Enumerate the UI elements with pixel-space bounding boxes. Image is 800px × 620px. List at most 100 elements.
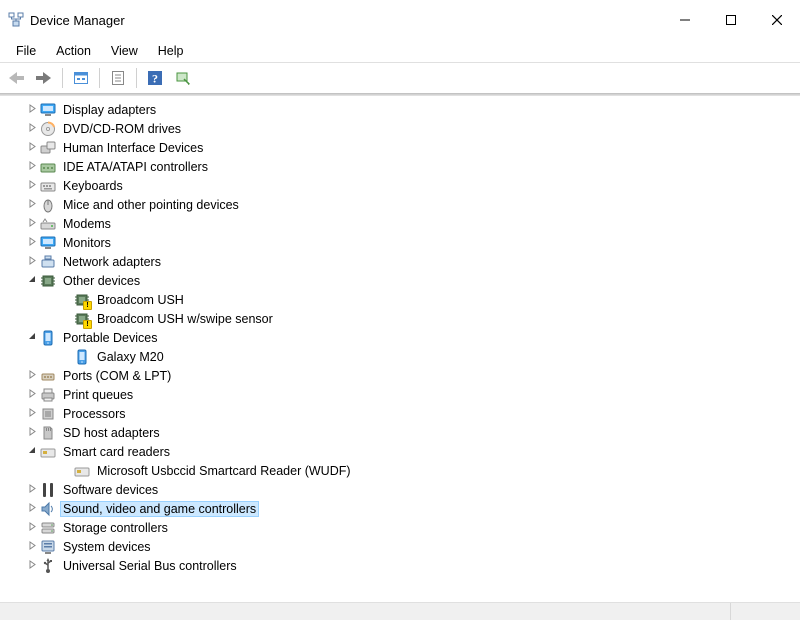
expand-icon[interactable] — [26, 427, 38, 439]
collapse-icon[interactable] — [26, 332, 38, 344]
minimize-button[interactable] — [662, 0, 708, 40]
expand-icon[interactable] — [26, 199, 38, 211]
tree-item-printq[interactable]: Print queues — [0, 385, 800, 404]
sd-icon — [40, 425, 56, 441]
scan-hardware-button[interactable] — [171, 66, 195, 90]
close-button[interactable] — [754, 0, 800, 40]
printer-icon — [40, 387, 56, 403]
forward-button[interactable] — [32, 66, 56, 90]
softdev-icon — [40, 482, 56, 498]
usb-icon — [40, 558, 56, 574]
tree-item-portable[interactable]: Portable Devices — [0, 328, 800, 347]
device-tree[interactable]: Display adapters DVD/CD-ROM drivesHuman I… — [0, 96, 800, 602]
status-bar — [0, 602, 800, 620]
expand-icon[interactable] — [26, 142, 38, 154]
tree-item-label: Modems — [60, 216, 114, 232]
chip-icon — [40, 273, 56, 289]
phone-icon — [40, 330, 56, 346]
tree-item-label: Print queues — [60, 387, 136, 403]
maximize-button[interactable] — [708, 0, 754, 40]
sound-icon — [40, 501, 56, 517]
keyboard-icon — [40, 178, 56, 194]
expand-icon[interactable] — [26, 256, 38, 268]
expand-icon[interactable] — [26, 123, 38, 135]
expand-icon[interactable] — [26, 503, 38, 515]
tree-item-label: Network adapters — [60, 254, 164, 270]
tree-item-proc[interactable]: Processors — [0, 404, 800, 423]
tree-item-label: Monitors — [60, 235, 114, 251]
back-button[interactable] — [4, 66, 28, 90]
menu-help[interactable]: Help — [148, 42, 194, 60]
tree-item-modems[interactable]: Modems — [0, 214, 800, 233]
tree-item-storage[interactable]: Storage controllers — [0, 518, 800, 537]
monitor-blue-icon — [40, 102, 56, 118]
expand-icon[interactable] — [26, 161, 38, 173]
expand-icon[interactable] — [26, 218, 38, 230]
tree-item-wudf[interactable]: Microsoft Usbccid Smartcard Reader (WUDF… — [0, 461, 800, 480]
tree-item-label: IDE ATA/ATAPI controllers — [60, 159, 211, 175]
phone-small-icon — [74, 349, 90, 365]
menu-action[interactable]: Action — [46, 42, 101, 60]
expand-icon[interactable] — [26, 104, 38, 116]
tree-item-display[interactable]: Display adapters — [0, 100, 800, 119]
toolbar-separator — [136, 68, 137, 88]
window-controls — [662, 0, 800, 40]
storage-icon — [40, 520, 56, 536]
collapse-icon[interactable] — [26, 446, 38, 458]
tree-item-system[interactable]: System devices — [0, 537, 800, 556]
toolbar-separator — [62, 68, 63, 88]
tree-item-label: Sound, video and game controllers — [60, 501, 259, 517]
tree-item-ports[interactable]: Ports (COM & LPT) — [0, 366, 800, 385]
tree-item-label: Smart card readers — [60, 444, 173, 460]
tree-item-label: System devices — [60, 539, 154, 555]
menu-view[interactable]: View — [101, 42, 148, 60]
collapse-icon[interactable] — [26, 275, 38, 287]
tree-item-sdhost[interactable]: SD host adapters — [0, 423, 800, 442]
tree-item-label: Processors — [60, 406, 129, 422]
tree-item-monitors[interactable]: Monitors — [0, 233, 800, 252]
expand-icon[interactable] — [26, 484, 38, 496]
tree-item-label: Ports (COM & LPT) — [60, 368, 174, 384]
tree-item-label: Galaxy M20 — [94, 349, 167, 365]
mouse-icon — [40, 197, 56, 213]
tree-item-label: Broadcom USH — [94, 292, 187, 308]
expand-icon[interactable] — [26, 237, 38, 249]
tree-item-network[interactable]: Network adapters — [0, 252, 800, 271]
titlebar: Device Manager — [0, 0, 800, 40]
tree-item-label: Broadcom USH w/swipe sensor — [94, 311, 276, 327]
toolbar: ? — [0, 63, 800, 93]
tree-item-other[interactable]: Other devices — [0, 271, 800, 290]
menu-file[interactable]: File — [6, 42, 46, 60]
tree-item-mice[interactable]: Mice and other pointing devices — [0, 195, 800, 214]
expand-icon[interactable] — [26, 408, 38, 420]
tree-item-keyboards[interactable]: Keyboards — [0, 176, 800, 195]
tree-item-softdev[interactable]: Software devices — [0, 480, 800, 499]
expand-icon[interactable] — [26, 370, 38, 382]
tree-item-label: Storage controllers — [60, 520, 171, 536]
tree-item-sound[interactable]: Sound, video and game controllers — [0, 499, 800, 518]
tree-item-bush[interactable]: !Broadcom USH — [0, 290, 800, 309]
svg-text:?: ? — [152, 72, 158, 86]
tree-item-bushsw[interactable]: !Broadcom USH w/swipe sensor — [0, 309, 800, 328]
expand-icon[interactable] — [26, 389, 38, 401]
tree-item-label: Other devices — [60, 273, 143, 289]
tree-item-usb[interactable]: Universal Serial Bus controllers — [0, 556, 800, 575]
disc-icon — [40, 121, 56, 137]
expand-icon[interactable] — [26, 180, 38, 192]
tree-item-label: Mice and other pointing devices — [60, 197, 242, 213]
tree-item-hid[interactable]: Human Interface Devices — [0, 138, 800, 157]
help-button[interactable]: ? — [143, 66, 167, 90]
tree-item-smartcard[interactable]: Smart card readers — [0, 442, 800, 461]
tree-item-dvdcd[interactable]: DVD/CD-ROM drives — [0, 119, 800, 138]
tree-item-label: DVD/CD-ROM drives — [60, 121, 184, 137]
tree-item-label: Software devices — [60, 482, 161, 498]
menubar: File Action View Help — [0, 40, 800, 62]
modem-icon — [40, 216, 56, 232]
tree-item-galaxy[interactable]: Galaxy M20 — [0, 347, 800, 366]
expand-icon[interactable] — [26, 541, 38, 553]
tree-item-ide[interactable]: IDE ATA/ATAPI controllers — [0, 157, 800, 176]
show-hidden-button[interactable] — [69, 66, 93, 90]
properties-button[interactable] — [106, 66, 130, 90]
expand-icon[interactable] — [26, 522, 38, 534]
expand-icon[interactable] — [26, 560, 38, 572]
